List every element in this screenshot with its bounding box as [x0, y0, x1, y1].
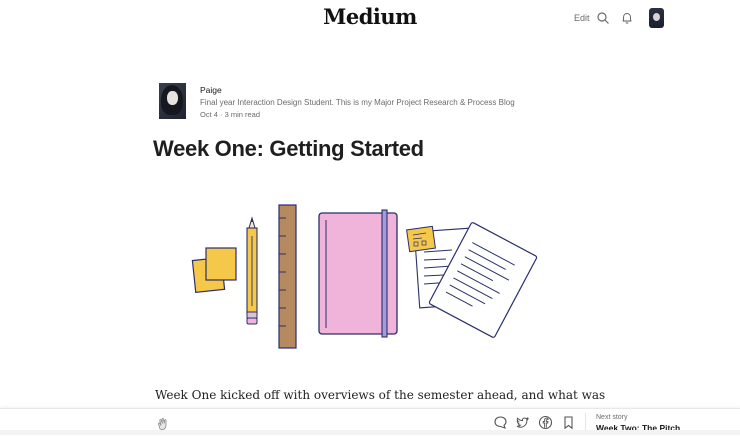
article-first-paragraph: Week One kicked off with overviews of th… — [155, 388, 606, 402]
search-icon[interactable] — [596, 11, 610, 25]
article-title: Week One: Getting Started — [153, 136, 424, 161]
article-hero-illustration — [191, 204, 538, 349]
pencil-illustration — [246, 216, 258, 325]
next-story-label: Next story — [596, 414, 628, 421]
post-meta: Oct 4 · 3 min read — [200, 110, 261, 119]
user-avatar[interactable] — [649, 8, 664, 28]
bell-icon[interactable] — [620, 11, 634, 25]
author-bio: Final year Interaction Design Student. T… — [200, 98, 515, 107]
notebook-illustration — [318, 209, 398, 338]
comment-icon[interactable] — [493, 415, 508, 430]
papers-illustration — [406, 222, 538, 338]
ruler-illustration — [278, 204, 297, 349]
sticky-notes-illustration — [191, 247, 237, 294]
top-navigation-bar: Medium Edit — [0, 0, 740, 36]
author-avatar[interactable] — [159, 83, 186, 119]
clap-icon[interactable] — [156, 416, 171, 431]
twitter-icon[interactable] — [515, 415, 530, 430]
edit-link[interactable]: Edit — [574, 13, 590, 23]
bookmark-icon[interactable] — [561, 415, 576, 430]
bottom-shadow — [0, 430, 740, 435]
author-name[interactable]: Paige — [200, 85, 222, 95]
facebook-icon[interactable] — [538, 415, 553, 430]
